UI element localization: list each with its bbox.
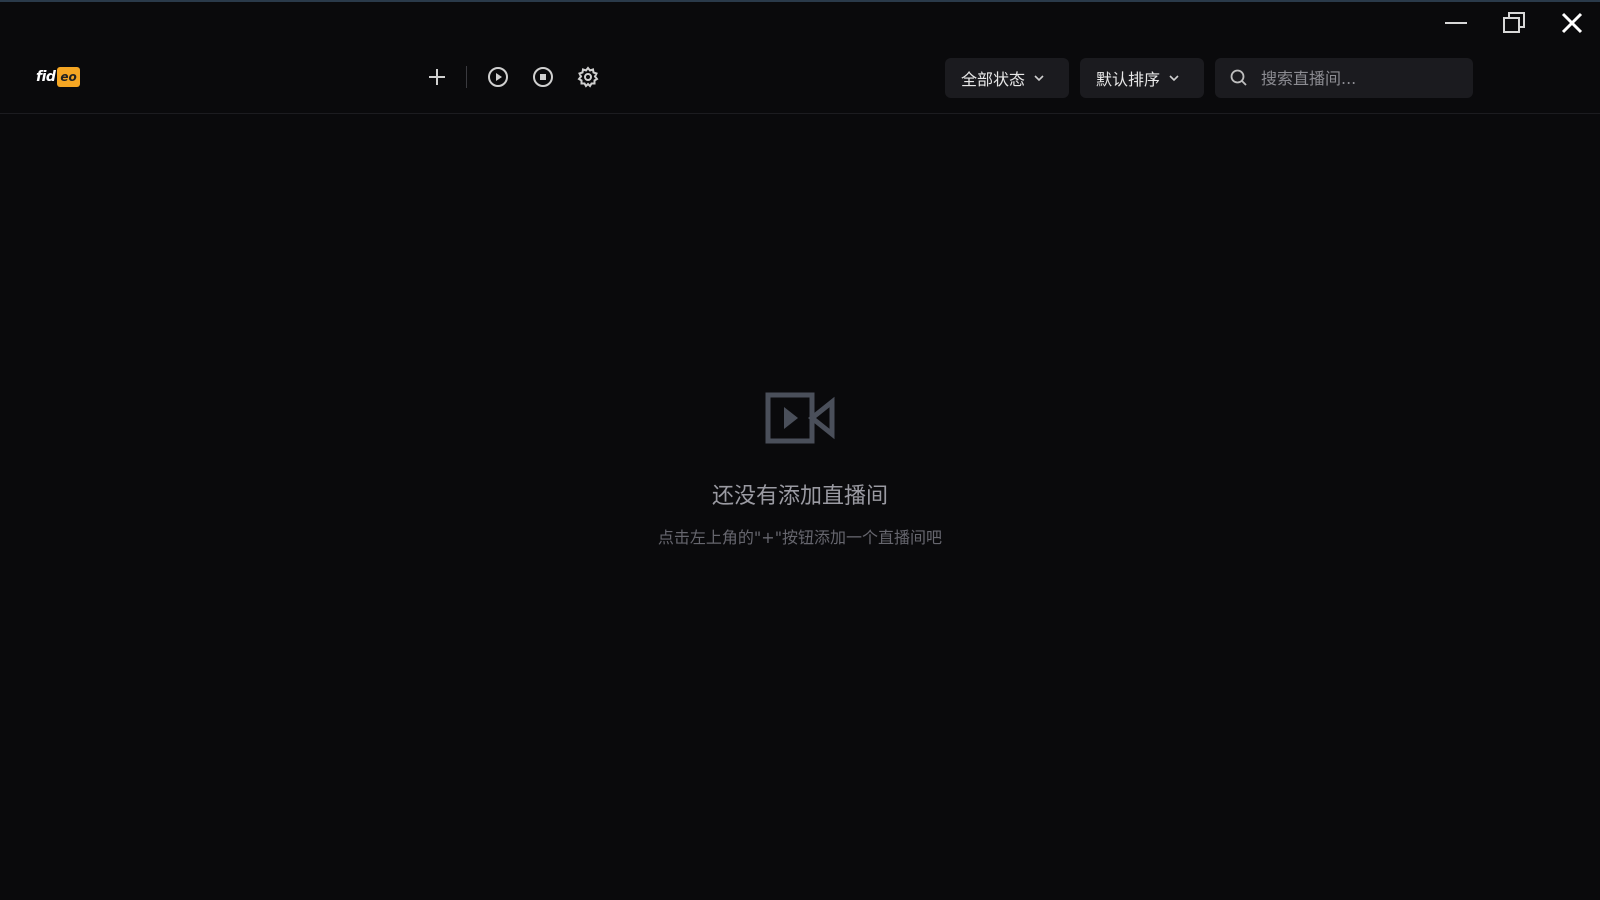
close-icon bbox=[1561, 12, 1583, 34]
chevron-down-icon bbox=[1033, 72, 1045, 84]
empty-state-hint: 点击左上角的"+"按钮添加一个直播间吧 bbox=[657, 528, 943, 547]
settings-button[interactable] bbox=[573, 62, 603, 92]
stop-all-button[interactable] bbox=[528, 62, 558, 92]
gear-icon bbox=[577, 66, 599, 88]
app-window: fid eo 全部状态 默认排序 搜索直播间... 还没有添加直播间 点击左上角… bbox=[0, 0, 1600, 900]
empty-state: 还没有添加直播间 点击左上角的"+"按钮添加一个直播间吧 bbox=[0, 392, 1600, 548]
minimize-button[interactable] bbox=[1430, 6, 1482, 40]
toolbar: fid eo 全部状态 默认排序 搜索直播间... bbox=[0, 38, 1600, 114]
empty-state-title: 还没有添加直播间 bbox=[711, 484, 888, 509]
chevron-down-icon bbox=[1168, 72, 1180, 84]
close-button[interactable] bbox=[1546, 6, 1598, 40]
restore-button[interactable] bbox=[1488, 6, 1540, 40]
search-input[interactable] bbox=[1259, 67, 1453, 89]
plus-icon bbox=[429, 69, 445, 85]
toolbar-separator bbox=[466, 66, 467, 88]
video-camera-icon bbox=[765, 392, 835, 450]
play-circle-icon bbox=[488, 67, 508, 87]
search-box bbox=[1215, 58, 1473, 98]
logo-badge: eo bbox=[57, 67, 80, 87]
app-logo: fid eo bbox=[36, 66, 80, 88]
sort-dropdown[interactable]: 默认排序 bbox=[1080, 58, 1204, 98]
sort-label: 默认排序 bbox=[1096, 70, 1161, 89]
search-icon bbox=[1230, 69, 1247, 86]
restore-icon bbox=[1503, 12, 1525, 33]
status-filter-dropdown[interactable]: 全部状态 bbox=[945, 58, 1069, 98]
logo-text: fid bbox=[36, 69, 56, 85]
minimize-icon bbox=[1445, 22, 1467, 24]
stop-circle-icon bbox=[533, 67, 553, 87]
start-all-button[interactable] bbox=[483, 62, 513, 92]
status-filter-label: 全部状态 bbox=[961, 70, 1026, 89]
add-room-button[interactable] bbox=[422, 62, 452, 92]
